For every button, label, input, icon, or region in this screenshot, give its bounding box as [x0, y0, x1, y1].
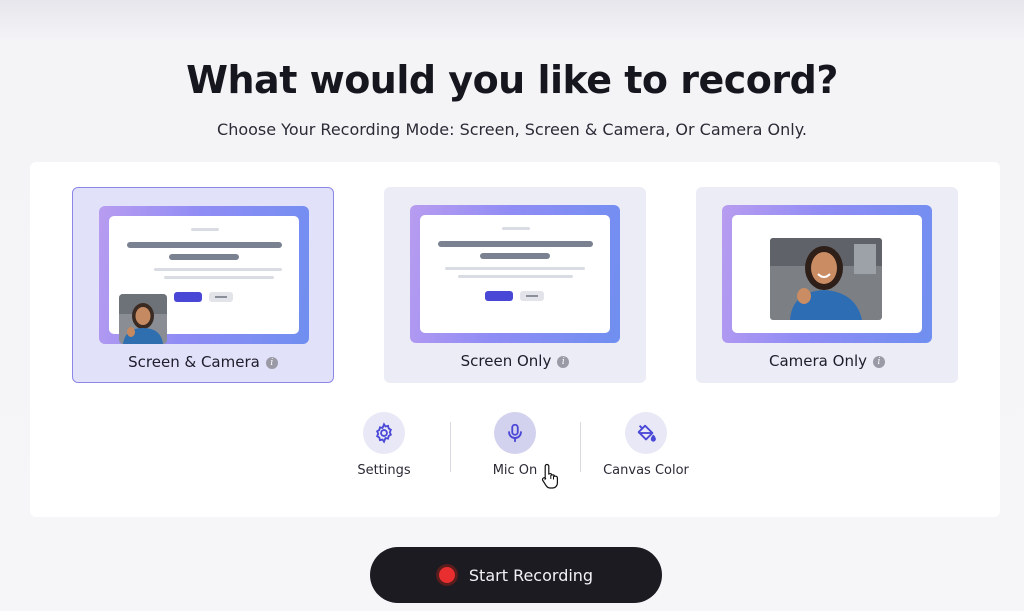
screen-preview	[420, 215, 610, 333]
mode-card-screen-only[interactable]: Screen Only i	[384, 187, 646, 383]
mode-label: Camera Only i	[696, 352, 958, 370]
preview-frame	[410, 205, 620, 343]
gear-icon	[375, 422, 393, 444]
microphone-icon	[508, 423, 522, 443]
preview-secondary-button	[209, 292, 233, 302]
preview-frame	[99, 206, 309, 344]
canvas-color-label: Canvas Color	[603, 463, 689, 478]
settings-button[interactable]: Settings	[329, 412, 439, 478]
screen-preview	[732, 215, 922, 333]
start-recording-button[interactable]: Start Recording	[370, 547, 662, 603]
preview-primary-button	[174, 292, 202, 302]
mode-card-screen-camera[interactable]: Screen & Camera i	[72, 187, 334, 383]
canvas-color-button[interactable]: Canvas Color	[591, 412, 701, 478]
start-recording-label: Start Recording	[468, 565, 594, 585]
hand-cursor-icon	[541, 462, 561, 494]
preview-primary-button	[485, 291, 513, 301]
record-dot-icon	[438, 567, 455, 583]
toolbar-divider	[450, 422, 451, 472]
page-title: What would you like to record?	[186, 58, 838, 102]
camera-preview	[770, 238, 882, 320]
preview-frame	[722, 205, 932, 343]
paint-bucket-icon	[637, 424, 656, 442]
preview-secondary-button	[520, 291, 544, 301]
mode-label: Screen & Camera i	[73, 353, 333, 371]
info-icon[interactable]: i	[557, 355, 570, 368]
toolbar-divider	[580, 422, 581, 472]
camera-thumbnail	[119, 294, 167, 344]
info-icon[interactable]: i	[265, 356, 278, 369]
info-icon[interactable]: i	[873, 355, 885, 368]
mode-label: Screen Only i	[384, 352, 646, 370]
mode-card-camera-only[interactable]: Camera Only i	[696, 187, 958, 383]
settings-label: Settings	[357, 463, 411, 478]
page-subtitle: Choose Your Recording Mode: Screen, Scre…	[217, 120, 807, 139]
